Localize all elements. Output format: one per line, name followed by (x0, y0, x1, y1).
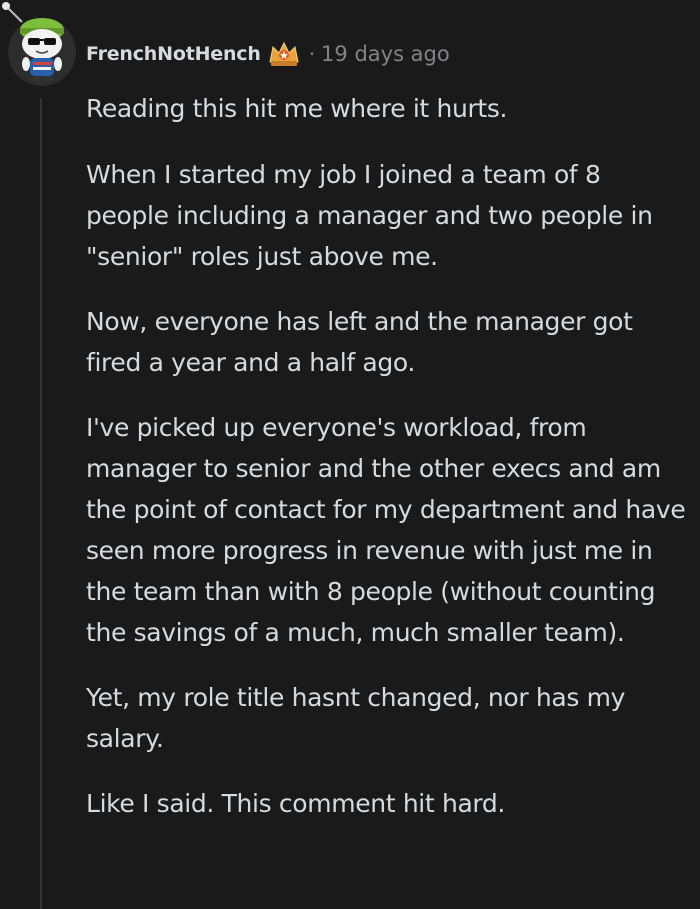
comment-paragraph: I've picked up everyone's workload, from… (86, 413, 686, 647)
comment: FrenchNotHench · 19 days ago Reading thi… (0, 0, 700, 909)
comment-timestamp[interactable]: 19 days ago (321, 42, 450, 66)
comment-paragraph: When I started my job I joined a team of… (86, 160, 653, 271)
comment-paragraph: Reading this hit me where it hurts. (86, 94, 508, 123)
meta-separator: · (308, 42, 316, 66)
snoo-avatar-icon (2, 2, 76, 86)
comment-body: Reading this hit me where it hurts. When… (86, 88, 686, 848)
comment-paragraph: Yet, my role title hasnt changed, nor ha… (86, 683, 626, 753)
author-username[interactable]: FrenchNotHench (86, 43, 261, 65)
avatar[interactable] (0, 0, 76, 90)
thread-collapse-line[interactable] (40, 98, 42, 909)
comment-paragraph: Like I said. This comment hit hard. (86, 789, 506, 818)
comment-paragraph: Now, everyone has left and the manager g… (86, 307, 633, 377)
comment-meta: FrenchNotHench · 19 days ago (86, 40, 450, 68)
crown-award-icon (267, 40, 301, 68)
